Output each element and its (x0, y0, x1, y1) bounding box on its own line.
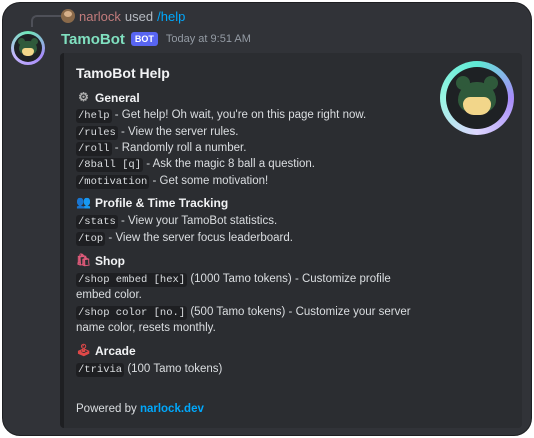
command-code[interactable]: /shop color [no.] (76, 306, 188, 320)
section-arcade-title: 🕹 Arcade (76, 343, 136, 358)
rules-command-line: /rules - View the server rules. (76, 126, 239, 140)
trivia-command-line: /trivia (100 Tamo tokens) (76, 363, 223, 377)
motivation-command-line: /motivation - Get some motivation! (76, 175, 269, 189)
8ball-command-line: /8ball [q] - Ask the magic 8 ball a ques… (76, 158, 315, 172)
command-code[interactable]: /help (76, 109, 112, 123)
discord-message-frame: narlock used /help TamoBot BOT Today at … (2, 2, 532, 436)
bot-username[interactable]: TamoBot (61, 31, 125, 48)
roll-command-line: /roll - Randomly roll a number. (76, 142, 247, 156)
reply-used-text: used (124, 8, 154, 24)
frog-thumbnail-icon (446, 67, 508, 129)
command-code[interactable]: /trivia (76, 363, 125, 377)
shop-color-command-line-cont: name color, resets monthly. (76, 322, 216, 334)
reply-connector (31, 15, 63, 27)
top-command-line: /top - View the server focus leaderboard… (76, 232, 293, 246)
frog-avatar-icon (14, 34, 42, 62)
shopping-bag-icon: 🛍 (76, 253, 92, 267)
help-embed: TamoBot Help ⚙ General /help - Get help!… (60, 53, 522, 428)
gear-icon: ⚙ (78, 90, 89, 104)
embed-thumbnail[interactable] (440, 61, 514, 135)
message-timestamp: Today at 9:51 AM (165, 33, 251, 45)
shop-embed-command-line: /shop embed [hex] (1000 Tamo tokens) - C… (76, 273, 391, 287)
people-icon: 👥 (76, 195, 91, 209)
reply-username[interactable]: narlock (79, 9, 121, 24)
command-code[interactable]: /shop embed [hex] (76, 273, 188, 287)
bot-avatar[interactable] (11, 31, 45, 65)
footer-link[interactable]: narlock.dev (140, 403, 204, 415)
command-code[interactable]: /stats (76, 215, 118, 229)
section-shop-title: 🛍 Shop (76, 253, 125, 268)
command-code[interactable]: /motivation (76, 175, 150, 189)
reply-command[interactable]: /help (157, 9, 185, 24)
command-code[interactable]: /rules (76, 126, 118, 140)
message-header: TamoBot BOT Today at 9:51 AM (61, 29, 251, 49)
section-general-title: ⚙ General (76, 90, 140, 105)
bot-badge: BOT (130, 32, 158, 46)
joystick-icon: 🕹 (76, 343, 92, 357)
section-profile-title: 👥 Profile & Time Tracking (76, 195, 229, 210)
shop-embed-command-line-cont: embed color. (76, 289, 142, 301)
embed-footer: Powered by narlock.dev (76, 403, 204, 415)
reply-user-avatar[interactable] (61, 9, 75, 23)
command-code[interactable]: /8ball [q] (76, 158, 144, 172)
command-code[interactable]: /top (76, 232, 106, 246)
stats-command-line: /stats - View your TamoBot statistics. (76, 215, 278, 229)
command-code[interactable]: /roll (76, 142, 112, 156)
embed-title: TamoBot Help (76, 65, 170, 81)
shop-color-command-line: /shop color [no.] (500 Tamo tokens) - Cu… (76, 306, 411, 320)
reply-preview[interactable]: narlock used /help (61, 7, 185, 25)
help-command-line: /help - Get help! Oh wait, you're on thi… (76, 109, 367, 123)
